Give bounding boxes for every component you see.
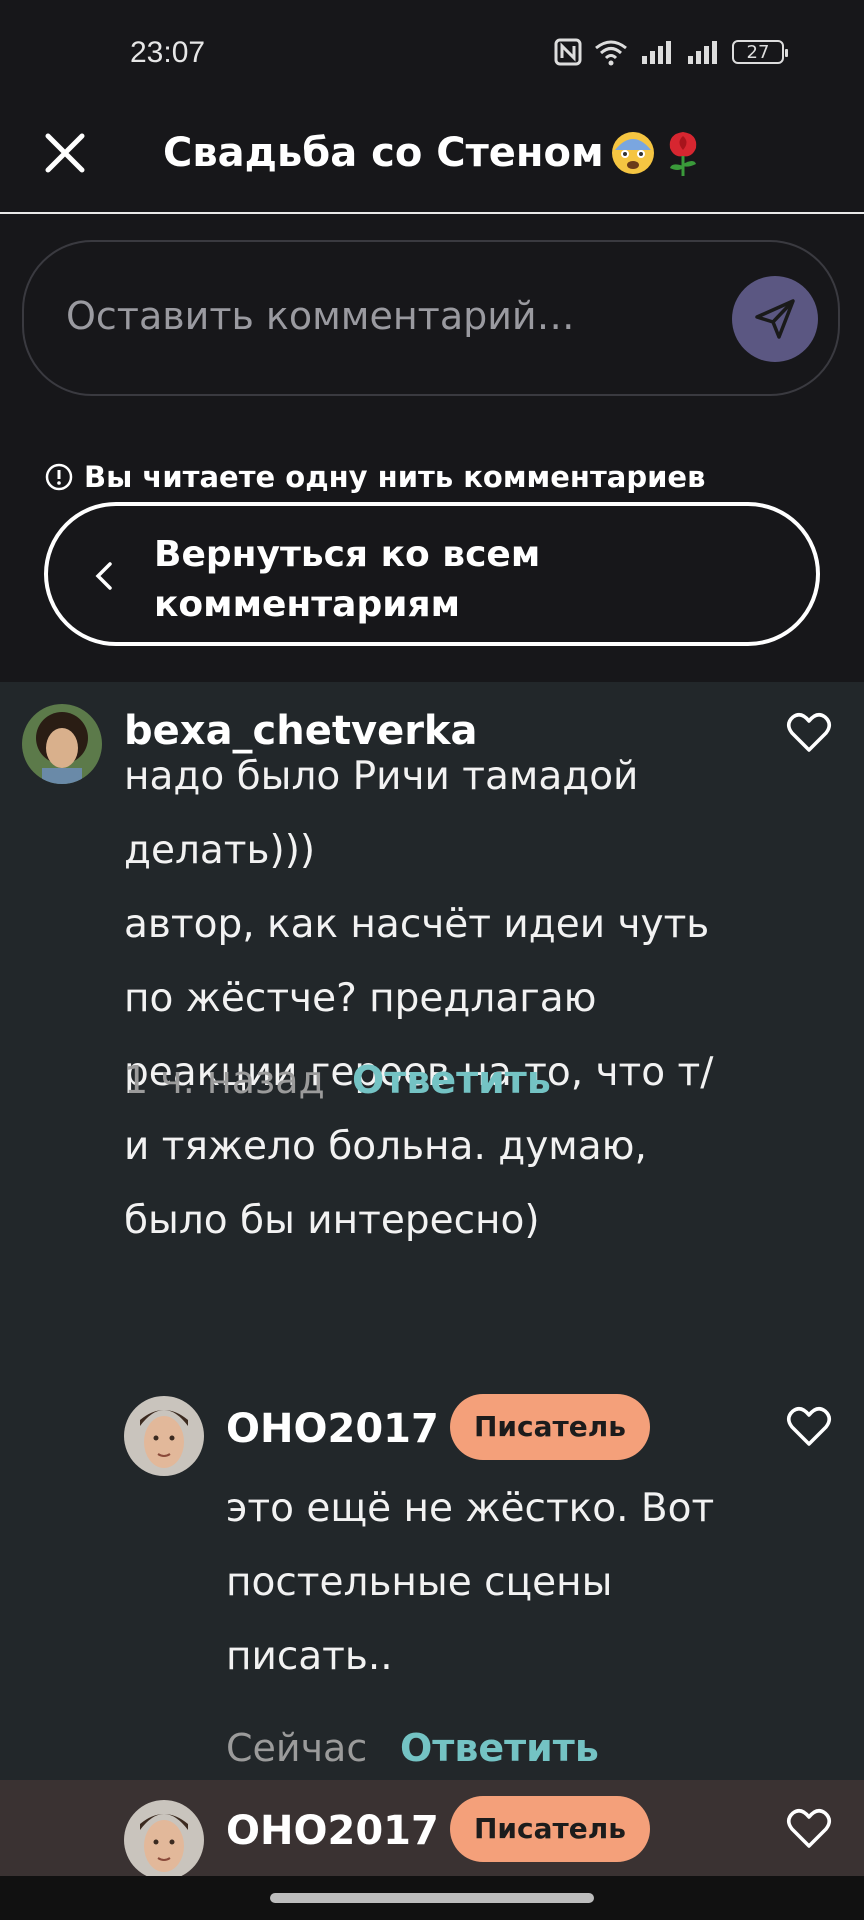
send-icon xyxy=(755,299,795,339)
chevron-left-icon xyxy=(95,562,112,590)
avatar[interactable] xyxy=(124,1396,204,1476)
comment-thread: bexa_chetverka надо было Ричи тамадой де… xyxy=(0,682,864,1780)
like-button[interactable] xyxy=(786,1406,832,1452)
signal-icon xyxy=(642,41,671,64)
comment-input-box[interactable]: Оставить комментарий… xyxy=(22,240,840,396)
wifi-icon xyxy=(595,40,627,66)
system-nav-bar xyxy=(0,1876,864,1920)
thread-notice-text: Вы читаете одну нить комментариев xyxy=(84,460,706,494)
send-button[interactable] xyxy=(732,276,818,362)
comment-time: 1 ч. назад xyxy=(124,1058,325,1102)
heart-icon xyxy=(787,1809,831,1848)
status-time: 23:07 xyxy=(130,36,206,69)
back-to-all-comments-button[interactable]: Вернуться ко всем комментариям xyxy=(44,502,820,646)
avatar[interactable] xyxy=(124,1800,204,1876)
status-bar: 23:07 27 xyxy=(0,0,864,100)
header: Свадьба со Стеном xyxy=(0,100,864,214)
comment-time: Сейчас xyxy=(226,1726,368,1770)
back-button-label: Вернуться ко всем комментариям xyxy=(154,534,541,625)
writer-badge: Писатель xyxy=(450,1796,650,1862)
page-title-row: Свадьба со Стеном xyxy=(163,128,704,178)
signal-icon-2 xyxy=(688,41,717,64)
reply-link[interactable]: Ответить xyxy=(400,1726,599,1770)
status-icons: 27 xyxy=(554,38,788,66)
info-icon xyxy=(45,463,73,491)
heart-icon xyxy=(787,713,831,752)
home-gesture-handle[interactable] xyxy=(270,1893,594,1903)
next-comment: OHO2017 Писатель xyxy=(0,1780,864,1876)
close-button[interactable] xyxy=(40,128,90,178)
comment-username[interactable]: OHO2017 xyxy=(226,1406,439,1452)
comment-input[interactable]: Оставить комментарий… xyxy=(66,294,575,338)
like-button[interactable] xyxy=(786,712,832,758)
like-button[interactable] xyxy=(786,1808,832,1854)
comment-username[interactable]: OHO2017 xyxy=(226,1808,439,1854)
writer-badge: Писатель xyxy=(450,1394,650,1460)
nfc-icon xyxy=(554,38,582,66)
rose-emoji-icon xyxy=(662,128,704,178)
page-title: Свадьба со Стеном xyxy=(163,130,604,176)
reply-link[interactable]: Ответить xyxy=(352,1058,551,1102)
avatar[interactable] xyxy=(22,704,102,784)
battery-indicator: 27 xyxy=(732,40,788,64)
comment-text: это ещё не жёстко. Вот постельные сцены … xyxy=(226,1486,715,1679)
fearful-face-emoji-icon xyxy=(610,130,656,176)
comment-text: надо было Ричи тамадой делать))) автор, … xyxy=(124,754,714,1243)
battery-level: 27 xyxy=(746,41,770,63)
thread-notice: Вы читаете одну нить комментариев xyxy=(44,460,705,494)
heart-icon xyxy=(787,1407,831,1446)
close-icon xyxy=(45,133,85,173)
